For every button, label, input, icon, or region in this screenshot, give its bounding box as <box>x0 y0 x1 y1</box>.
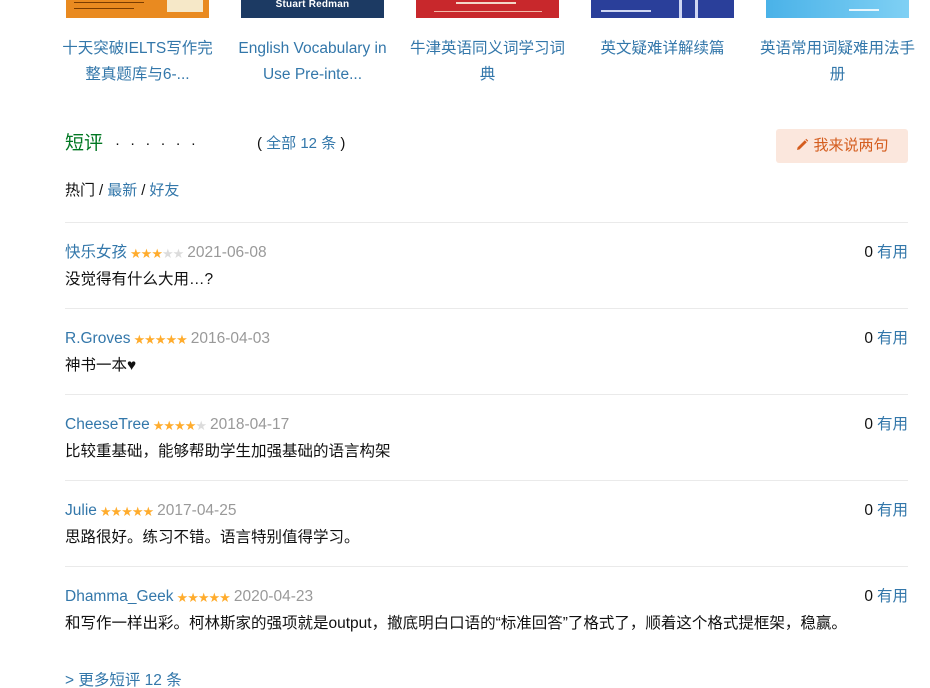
helpful-button[interactable]: 有用 <box>877 502 908 519</box>
star-filled-icon: ★ <box>110 504 123 519</box>
review-item: CheeseTree ★★★★★ 2018-04-17 0 有用 比较重基础，能够帮助… <box>65 394 908 480</box>
star-filled-icon: ★ <box>152 418 165 433</box>
star-filled-icon: ★ <box>219 590 231 605</box>
book-title-link[interactable]: 英文疑难详解续篇 <box>600 40 724 57</box>
write-review-button[interactable]: 我来说两句 <box>776 129 908 163</box>
review-user-link[interactable]: Dhamma_Geek <box>65 588 174 605</box>
book-title-link[interactable]: 牛津英语同义词学习词典 <box>410 40 565 83</box>
star-empty-icon: ★ <box>161 246 174 261</box>
vote-count: 0 <box>864 330 873 347</box>
book-cover[interactable] <box>766 0 909 18</box>
short-reviews-header: 短评 · · · · · · ( 全部 12 条 ) 我来说两句 <box>65 129 908 163</box>
book-cover[interactable] <box>591 0 734 18</box>
star-filled-icon: ★ <box>165 332 177 347</box>
cover-author-text: Stuart Redman <box>275 0 350 10</box>
star-filled-icon: ★ <box>187 590 199 605</box>
star-filled-icon: ★ <box>176 332 188 347</box>
review-user-link[interactable]: R.Groves <box>65 330 130 347</box>
star-filled-icon: ★ <box>133 332 145 347</box>
star-filled-icon: ★ <box>131 504 144 519</box>
helpful-votes: 0 有用 <box>864 328 908 350</box>
rating-stars: ★★★★★ <box>152 418 207 433</box>
star-filled-icon: ★ <box>144 332 156 347</box>
review-date: 2021-06-08 <box>187 244 267 261</box>
star-empty-icon: ★ <box>195 418 207 433</box>
star-filled-icon: ★ <box>184 418 197 433</box>
helpful-button[interactable]: 有用 <box>877 330 908 347</box>
book-cover[interactable]: Stuart Redman <box>241 0 384 18</box>
vote-count: 0 <box>864 416 873 433</box>
review-date: 2018-04-17 <box>210 416 290 433</box>
review-date: 2020-04-23 <box>233 588 314 605</box>
helpful-votes: 0 有用 <box>864 500 908 522</box>
book-cover[interactable] <box>416 0 559 18</box>
review-text: 神书一本♥ <box>65 357 137 374</box>
section-title: 短评 <box>65 133 104 154</box>
star-filled-icon: ★ <box>174 418 186 433</box>
star-filled-icon: ★ <box>197 590 210 605</box>
section-dots: · · · · · · <box>115 135 199 152</box>
book-page: 十天突破IELTS写作完整真题库与6-... Stuart Redman Eng… <box>0 0 930 688</box>
review-date: 2017-04-25 <box>157 502 237 519</box>
pencil-icon <box>797 138 809 150</box>
helpful-button[interactable]: 有用 <box>877 244 908 261</box>
rating-stars: ★★★★★ <box>99 504 155 519</box>
tab-friends[interactable]: 好友 <box>149 182 179 199</box>
helpful-button[interactable]: 有用 <box>877 416 908 433</box>
tab-latest[interactable]: 最新 <box>107 182 137 199</box>
helpful-votes: 0 有用 <box>864 414 908 436</box>
book-title-link[interactable]: 英语常用词疑难用法手册 <box>760 40 915 83</box>
star-filled-icon: ★ <box>140 246 153 261</box>
star-filled-icon: ★ <box>130 246 142 261</box>
star-filled-icon: ★ <box>99 504 112 519</box>
review-text: 思路很好。练习不错。语言特别值得学习。 <box>65 529 360 546</box>
book-title-link[interactable]: 十天突破IELTS写作完整真题库与6-... <box>62 40 212 83</box>
review-sort-tabs: 热门 / 最新 / 好友 <box>65 180 179 202</box>
review-item: Julie ★★★★★ 2017-04-25 0 有用 思路很好。练习不错。语言特别值… <box>65 480 908 566</box>
review-user-link[interactable]: Julie <box>65 502 97 519</box>
helpful-votes: 0 有用 <box>864 242 908 264</box>
rating-stars: ★★★★★ <box>176 590 231 605</box>
review-user-link[interactable]: 快乐女孩 <box>65 244 127 261</box>
write-review-label: 我来说两句 <box>813 137 889 154</box>
review-user-link[interactable]: CheeseTree <box>65 416 150 433</box>
book-title-link[interactable]: English Vocabulary in Use Pre-inte... <box>238 40 386 83</box>
review-item: R.Groves ★★★★★ 2016-04-03 0 有用 神书一本♥ <box>65 308 908 394</box>
star-filled-icon: ★ <box>163 418 175 433</box>
helpful-button[interactable]: 有用 <box>877 588 908 605</box>
star-empty-icon: ★ <box>172 246 185 261</box>
rating-stars: ★★★★★ <box>130 246 185 261</box>
more-reviews-link[interactable]: > 更多短评 12 条 <box>65 672 182 688</box>
star-filled-icon: ★ <box>208 590 221 605</box>
vote-count: 0 <box>864 244 873 261</box>
review-date: 2016-04-03 <box>190 330 271 347</box>
all-reviews-link[interactable]: 全部 12 条 <box>266 135 336 152</box>
tab-separator: / <box>99 182 104 199</box>
review-text: 没觉得有什么大用…? <box>65 271 214 288</box>
vote-count: 0 <box>864 502 873 519</box>
review-item: Dhamma_Geek ★★★★★ 2020-04-23 0 有用 和写作一样出彩。柯… <box>65 566 908 652</box>
rating-stars: ★★★★★ <box>133 332 188 347</box>
helpful-votes: 0 有用 <box>864 586 908 608</box>
vote-count: 0 <box>864 588 873 605</box>
review-count: ( 全部 12 条 ) <box>257 135 346 152</box>
star-filled-icon: ★ <box>154 332 167 347</box>
tab-separator: / <box>141 182 146 199</box>
tab-hot[interactable]: 热门 <box>65 182 95 199</box>
review-item: 快乐女孩 ★★★★★ 2021-06-08 0 有用 没觉得有什么大用…? <box>65 222 908 308</box>
review-text: 比较重基础，能够帮助学生加强基础的语言构架 <box>65 443 391 460</box>
star-filled-icon: ★ <box>142 504 155 519</box>
more-reviews: > 更多短评 12 条 <box>65 670 182 688</box>
review-list: 快乐女孩 ★★★★★ 2021-06-08 0 有用 没觉得有什么大用…? R.Gro… <box>65 222 908 652</box>
star-filled-icon: ★ <box>151 246 163 261</box>
star-filled-icon: ★ <box>121 504 133 519</box>
book-cover[interactable] <box>66 0 209 18</box>
star-filled-icon: ★ <box>176 590 189 605</box>
review-text: 和写作一样出彩。柯林斯家的强项就是output，撤底明白口语的“标准回答”了格式… <box>65 615 847 632</box>
related-books: 十天突破IELTS写作完整真题库与6-... Stuart Redman Eng… <box>62 0 915 100</box>
